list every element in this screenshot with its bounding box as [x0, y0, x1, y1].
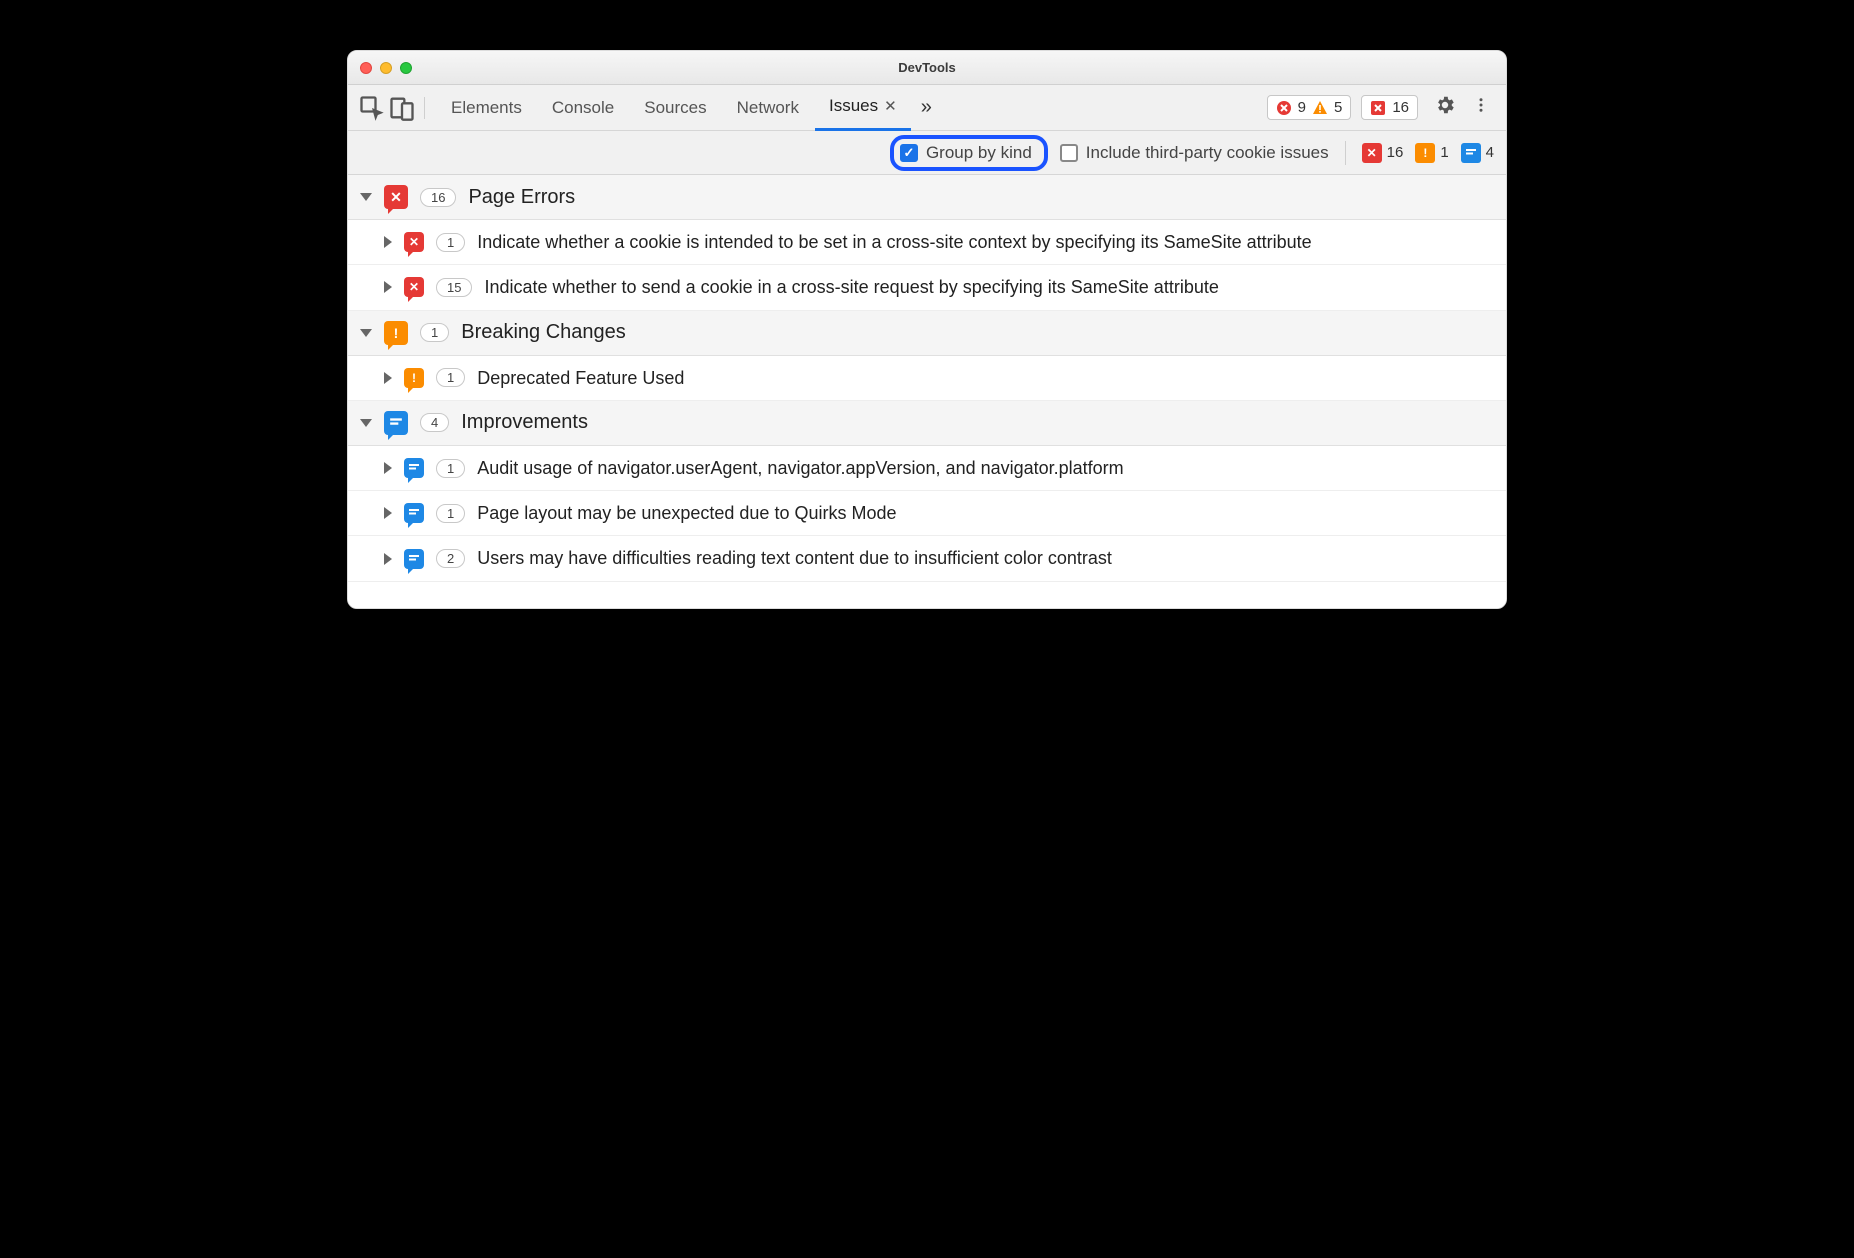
issues-list: ✕ 16 Page Errors ✕ 1 Indicate whether a … [348, 175, 1506, 608]
info-speech-icon [384, 411, 408, 435]
issue-count: 1 [436, 368, 465, 387]
chevron-right-icon [384, 507, 392, 519]
titlebar: DevTools [348, 51, 1506, 85]
tab-label: Sources [644, 98, 706, 118]
devtools-window: DevTools Elements Console Sources Networ… [347, 50, 1507, 609]
main-tabbar: Elements Console Sources Network Issues … [348, 85, 1506, 131]
chevron-right-icon [384, 236, 392, 248]
divider [424, 97, 425, 119]
warning-count: 5 [1334, 99, 1342, 116]
close-tab-icon[interactable]: ✕ [884, 97, 897, 115]
chevron-down-icon [360, 193, 372, 201]
error-speech-icon: ✕ [384, 185, 408, 209]
group-count: 16 [420, 188, 456, 207]
group-by-kind-highlight: Group by kind [890, 135, 1048, 171]
chevron-right-icon [384, 281, 392, 293]
warning-speech-icon: ! [404, 368, 424, 388]
chevron-down-icon [360, 419, 372, 427]
group-by-kind-label: Group by kind [926, 143, 1032, 163]
issue-row[interactable]: 2 Users may have difficulties reading te… [348, 536, 1506, 581]
group-title: Breaking Changes [461, 321, 626, 344]
group-by-kind-checkbox[interactable] [900, 144, 918, 162]
issue-count: 1 [436, 459, 465, 478]
toolbar-warnings-count[interactable]: ! 1 [1415, 143, 1448, 163]
more-tabs-button[interactable]: » [913, 96, 940, 119]
chevron-right-icon [384, 372, 392, 384]
error-icon: ✕ [1362, 143, 1382, 163]
count: 1 [1440, 144, 1448, 161]
tab-label: Elements [451, 98, 522, 118]
more-options-button[interactable] [1472, 96, 1490, 119]
issue-count: 2 [436, 549, 465, 568]
warning-speech-icon: ! [384, 321, 408, 345]
window-title: DevTools [348, 60, 1506, 75]
issue-row[interactable]: 1 Page layout may be unexpected due to Q… [348, 491, 1506, 536]
settings-button[interactable] [1434, 94, 1456, 121]
window-close-button[interactable] [360, 62, 372, 74]
issue-row[interactable]: ✕ 1 Indicate whether a cookie is intende… [348, 220, 1506, 265]
tab-label: Network [737, 98, 799, 118]
info-icon [1461, 143, 1481, 163]
error-icon [1370, 100, 1386, 116]
issue-text: Audit usage of navigator.userAgent, navi… [477, 456, 1494, 480]
divider [1345, 141, 1346, 165]
include-third-party-checkbox[interactable] [1060, 144, 1078, 162]
chevron-right-icon [384, 553, 392, 565]
issue-count: 1 [436, 504, 465, 523]
include-third-party-label: Include third-party cookie issues [1086, 143, 1329, 163]
error-speech-icon: ✕ [404, 277, 424, 297]
tab-elements[interactable]: Elements [437, 85, 536, 131]
tab-label: Issues [829, 96, 878, 116]
group-count: 1 [420, 323, 449, 342]
issue-count: 1 [436, 233, 465, 252]
error-speech-icon: ✕ [404, 232, 424, 252]
count: 4 [1486, 144, 1494, 161]
issue-row[interactable]: 1 Audit usage of navigator.userAgent, na… [348, 446, 1506, 491]
chevron-down-icon [360, 329, 372, 337]
info-speech-icon [404, 458, 424, 478]
chevron-right-icon [384, 462, 392, 474]
issue-count: 15 [436, 278, 472, 297]
group-title: Page Errors [468, 186, 575, 209]
issues-count-badge[interactable]: 16 [1361, 95, 1418, 120]
issues-error-count: 16 [1392, 99, 1409, 116]
info-speech-icon [404, 549, 424, 569]
issue-text: Indicate whether a cookie is intended to… [477, 230, 1494, 254]
traffic-lights [360, 62, 412, 74]
group-count: 4 [420, 413, 449, 432]
tab-console[interactable]: Console [538, 85, 628, 131]
count: 16 [1387, 144, 1404, 161]
tab-label: Console [552, 98, 614, 118]
error-icon [1276, 100, 1292, 116]
error-count: 9 [1298, 99, 1306, 116]
group-header-breaking-changes[interactable]: ! 1 Breaking Changes [348, 311, 1506, 356]
tab-network[interactable]: Network [723, 85, 813, 131]
include-third-party-option[interactable]: Include third-party cookie issues [1060, 143, 1329, 163]
issue-text: Deprecated Feature Used [477, 366, 1494, 390]
window-minimize-button[interactable] [380, 62, 392, 74]
info-speech-icon [404, 503, 424, 523]
warning-icon [1312, 100, 1328, 116]
group-header-improvements[interactable]: 4 Improvements [348, 401, 1506, 446]
tab-issues[interactable]: Issues ✕ [815, 85, 911, 131]
group-title: Improvements [461, 411, 588, 434]
issues-toolbar: Group by kind Include third-party cookie… [348, 131, 1506, 175]
footer-space [348, 582, 1506, 608]
tab-sources[interactable]: Sources [630, 85, 720, 131]
toolbar-info-count[interactable]: 4 [1461, 143, 1494, 163]
console-status-badge[interactable]: 9 5 [1267, 95, 1352, 120]
warning-icon: ! [1415, 143, 1435, 163]
issue-row[interactable]: ✕ 15 Indicate whether to send a cookie i… [348, 265, 1506, 310]
toolbar-errors-count[interactable]: ✕ 16 [1362, 143, 1404, 163]
issue-text: Indicate whether to send a cookie in a c… [484, 275, 1494, 299]
issue-text: Users may have difficulties reading text… [477, 546, 1494, 570]
issue-text: Page layout may be unexpected due to Qui… [477, 501, 1494, 525]
inspect-element-button[interactable] [358, 94, 386, 122]
issue-row[interactable]: ! 1 Deprecated Feature Used [348, 356, 1506, 401]
device-toolbar-button[interactable] [388, 94, 416, 122]
group-header-page-errors[interactable]: ✕ 16 Page Errors [348, 175, 1506, 220]
window-maximize-button[interactable] [400, 62, 412, 74]
